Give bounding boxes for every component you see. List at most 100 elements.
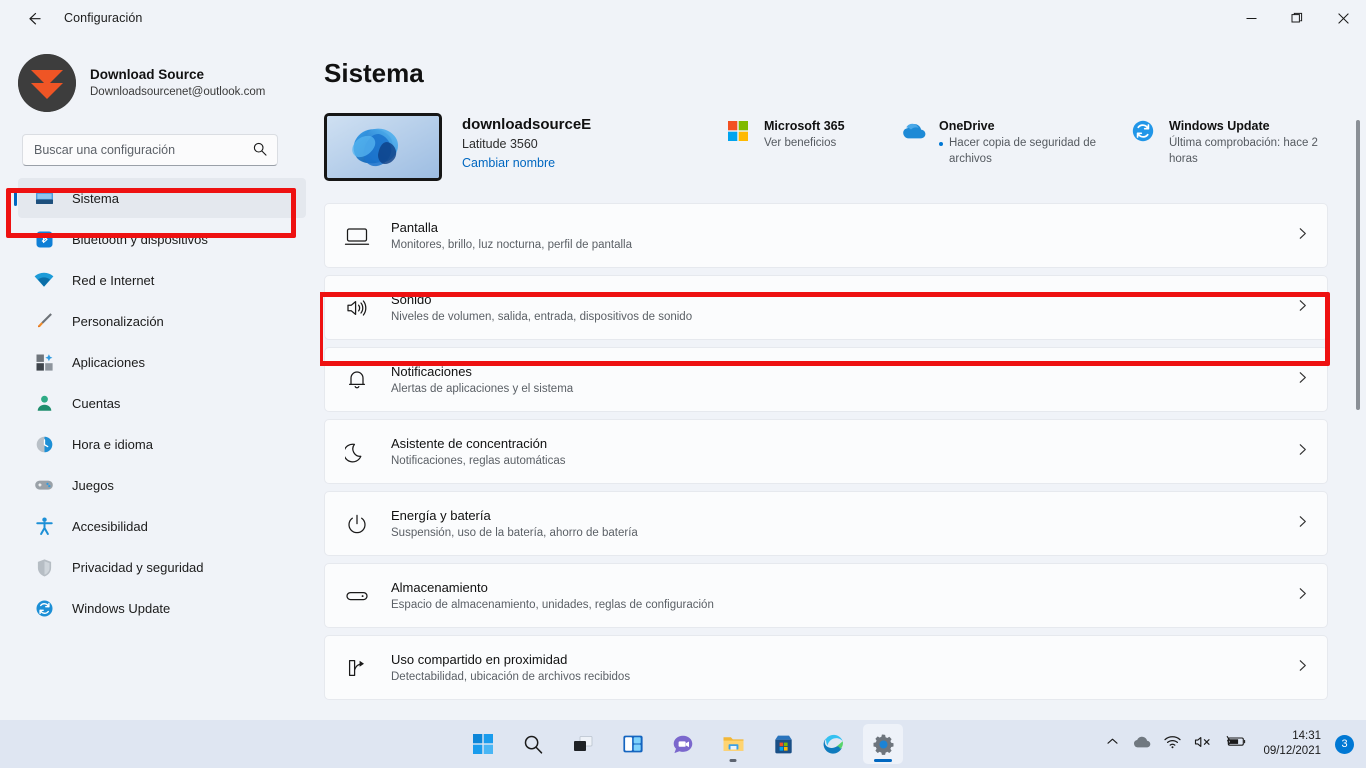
wifi-icon[interactable] — [1164, 735, 1182, 754]
settings-list: Pantalla Monitores, brillo, luz nocturna… — [320, 203, 1330, 700]
download-chevrons-avatar — [18, 54, 76, 112]
back-button[interactable] — [16, 3, 50, 33]
sidebar-item-sistema[interactable]: Sistema — [14, 178, 306, 218]
sidebar-item-bluetooth[interactable]: Bluetooth y dispositivos — [18, 219, 306, 259]
sidebar-item-accesibilidad[interactable]: Accesibilidad — [18, 506, 306, 546]
clock-icon — [32, 432, 56, 456]
settings-row-pantalla[interactable]: Pantalla Monitores, brillo, luz nocturna… — [324, 203, 1328, 268]
status-card-subtitle: Ver beneficios — [764, 137, 837, 149]
microsoft-store-button[interactable] — [763, 724, 803, 764]
taskbar: 14:31 09/12/2021 3 — [0, 720, 1366, 768]
status-card-subtitle: Hacer copia de seguridad de archivos — [939, 135, 1107, 167]
task-view-icon — [574, 736, 593, 751]
power-icon — [339, 506, 375, 542]
settings-row-subtitle: Detectabilidad, ubicación de archivos re… — [391, 670, 631, 683]
settings-gear-icon — [873, 734, 893, 755]
account-block[interactable]: Download Source Downloadsourcenet@outloo… — [18, 54, 320, 112]
notification-count-badge[interactable]: 3 — [1335, 734, 1354, 754]
page-title: Sistema — [324, 58, 424, 88]
settings-row-subtitle: Notificaciones, reglas automáticas — [391, 454, 566, 467]
settings-row-text: Energía y batería Suspensión, uso de la … — [391, 506, 638, 542]
scrollbar-thumb[interactable] — [1356, 120, 1360, 410]
sidebar-item-label: Juegos — [72, 477, 114, 493]
device-model: Latitude 3560 — [462, 137, 538, 151]
settings-row-subtitle: Niveles de volumen, salida, entrada, dis… — [391, 310, 693, 323]
sidebar-item-personalizacion[interactable]: Personalización — [18, 301, 306, 341]
onedrive-cloud-icon[interactable] — [1132, 735, 1151, 754]
settings-row-subtitle: Suspensión, uso de la batería, ahorro de… — [391, 526, 638, 539]
gamepad-icon — [32, 473, 56, 497]
device-card: downloadsourceE Latitude 3560 Cambiar no… — [324, 113, 724, 181]
update-refresh-icon — [32, 596, 56, 620]
edge-button[interactable] — [813, 724, 853, 764]
sidebar-item-label: Aplicaciones — [72, 354, 145, 370]
account-text: Download Source Downloadsourcenet@outloo… — [90, 66, 265, 100]
settings-row-energia-bateria[interactable]: Energía y batería Suspensión, uso de la … — [324, 491, 1328, 556]
chevron-right-icon — [1296, 659, 1309, 677]
edge-browser-icon — [823, 734, 843, 754]
display-monitor-icon — [339, 218, 375, 254]
settings-row-text: Notificaciones Alertas de aplicaciones y… — [391, 362, 573, 398]
settings-row-title: Almacenamiento — [391, 579, 488, 595]
status-card-text: Windows Update Última comprobación: hace… — [1169, 117, 1337, 167]
rename-device-link[interactable]: Cambiar nombre — [462, 154, 555, 173]
status-card-title: Windows Update — [1169, 119, 1270, 133]
status-card-text: Microsoft 365 Ver beneficios — [764, 117, 845, 151]
speaker-muted-icon[interactable] — [1194, 735, 1212, 754]
shield-icon — [32, 555, 56, 579]
maximize-button[interactable] — [1274, 0, 1320, 36]
person-icon — [32, 391, 56, 415]
status-card-microsoft365[interactable]: Microsoft 365 Ver beneficios — [724, 113, 899, 151]
maximize-icon — [1291, 12, 1303, 23]
settings-row-text: Sonido Niveles de volumen, salida, entra… — [391, 290, 692, 326]
tray-icons-group[interactable] — [1096, 726, 1257, 762]
windows-bloom-wallpaper — [324, 113, 442, 181]
teams-chat-button[interactable] — [663, 724, 703, 764]
device-info: downloadsourceE Latitude 3560 Cambiar no… — [462, 113, 591, 173]
sidebar-item-juegos[interactable]: Juegos — [18, 465, 306, 505]
top-cards-row: downloadsourceE Latitude 3560 Cambiar no… — [324, 113, 1366, 181]
settings-row-text: Pantalla Monitores, brillo, luz nocturna… — [391, 218, 632, 254]
settings-row-asistente-concentracion[interactable]: Asistente de concentración Notificacione… — [324, 419, 1328, 484]
status-card-text: OneDrive Hacer copia de seguridad de arc… — [939, 117, 1107, 167]
status-card-title: OneDrive — [939, 119, 995, 133]
search-box[interactable] — [22, 134, 278, 166]
close-button[interactable] — [1320, 0, 1366, 36]
file-explorer-button[interactable] — [713, 724, 753, 764]
sidebar-item-label: Accesibilidad — [72, 518, 148, 534]
status-card-title: Microsoft 365 — [764, 119, 845, 133]
search-button[interactable] — [513, 724, 553, 764]
sidebar-item-red-internet[interactable]: Red e Internet — [18, 260, 306, 300]
sidebar-item-privacidad-seguridad[interactable]: Privacidad y seguridad — [18, 547, 306, 587]
chevron-up-icon[interactable] — [1106, 735, 1119, 753]
status-card-subtitle: Última comprobación: hace 2 horas — [1169, 137, 1318, 165]
status-card-onedrive[interactable]: OneDrive Hacer copia de seguridad de arc… — [899, 113, 1129, 167]
chevron-right-icon — [1296, 299, 1309, 317]
settings-row-notificaciones[interactable]: Notificaciones Alertas de aplicaciones y… — [324, 347, 1328, 412]
battery-charging-icon[interactable] — [1225, 735, 1247, 753]
sidebar-item-windows-update[interactable]: Windows Update — [18, 588, 306, 628]
settings-button[interactable] — [863, 724, 903, 764]
search-input[interactable] — [34, 143, 244, 157]
settings-row-title: Asistente de concentración — [391, 435, 548, 451]
sidebar-item-hora-idioma[interactable]: Hora e idioma — [18, 424, 306, 464]
sidebar-item-label: Hora e idioma — [72, 436, 153, 452]
monitor-icon — [32, 186, 56, 210]
settings-row-sonido[interactable]: Sonido Niveles de volumen, salida, entra… — [324, 275, 1328, 340]
sidebar-item-label: Personalización — [72, 313, 164, 329]
widgets-button[interactable] — [613, 724, 653, 764]
start-button[interactable] — [463, 724, 503, 764]
windows-start-icon — [473, 734, 493, 754]
task-view-button[interactable] — [563, 724, 603, 764]
settings-row-uso-compartido-proximidad[interactable]: Uso compartido en proximidad Detectabili… — [324, 635, 1328, 700]
sidebar-item-label: Bluetooth y dispositivos — [72, 231, 208, 247]
minimize-button[interactable] — [1228, 0, 1274, 36]
sidebar-item-cuentas[interactable]: Cuentas — [18, 383, 306, 423]
sidebar-item-aplicaciones[interactable]: Aplicaciones — [18, 342, 306, 382]
content-scrollbar[interactable] — [1356, 120, 1360, 690]
clock-date-button[interactable]: 14:31 09/12/2021 — [1257, 726, 1329, 762]
tray-time: 14:31 — [1292, 730, 1321, 742]
status-card-windows-update[interactable]: Windows Update Última comprobación: hace… — [1129, 113, 1344, 167]
settings-row-almacenamiento[interactable]: Almacenamiento Espacio de almacenamiento… — [324, 563, 1328, 628]
account-name: Download Source — [90, 67, 205, 82]
